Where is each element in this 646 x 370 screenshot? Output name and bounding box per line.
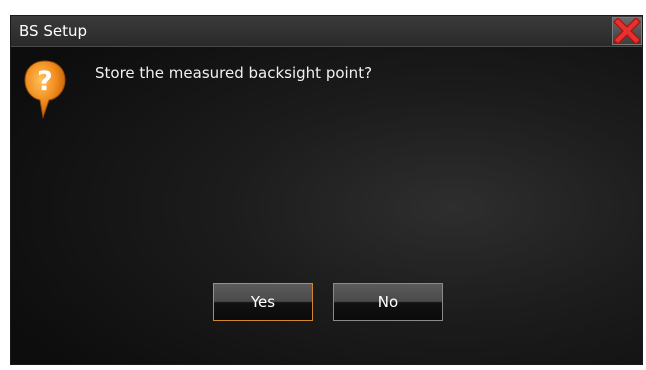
no-button[interactable]: No — [333, 283, 443, 321]
confirmation-message: Store the measured backsight point? — [95, 64, 373, 82]
close-icon — [613, 18, 641, 44]
dialog-title: BS Setup — [19, 22, 87, 40]
close-button[interactable] — [612, 17, 642, 45]
bs-setup-dialog: BS Setup ? Store the measured backsight … — [10, 15, 643, 365]
yes-button[interactable]: Yes — [213, 283, 313, 321]
question-icon: ? — [24, 60, 66, 119]
title-bar: BS Setup — [11, 16, 642, 47]
svg-text:?: ? — [37, 66, 53, 97]
